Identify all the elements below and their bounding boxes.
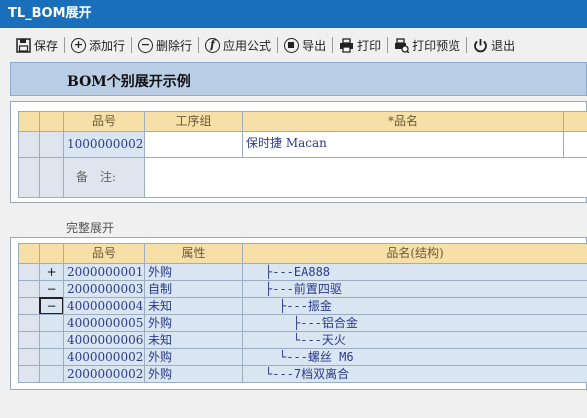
exit-button[interactable]: 退出 [469,34,519,56]
page-header: BOM个别展开示例 [10,62,587,96]
item-no-cell[interactable]: 4000000006 [63,331,145,349]
structure-cell[interactable]: ├---前置四驱 [242,280,587,298]
save-icon [16,37,31,53]
toolbar-divider [387,37,389,53]
power-icon [473,38,488,53]
attribute-cell[interactable]: 外购 [144,314,243,332]
item-no-cell[interactable]: 2000000001 [63,263,145,281]
row-selector[interactable] [18,365,40,383]
expand-toggle[interactable]: − [39,280,64,298]
row-selector[interactable] [18,348,40,366]
attribute-cell[interactable]: 自制 [144,280,243,298]
attribute-cell[interactable]: 外购 [144,348,243,366]
add-row-button[interactable]: + 添加行 [67,34,129,56]
save-button[interactable]: 保存 [12,34,62,56]
toolbar-divider [277,37,279,53]
structure-cell[interactable]: ├---铝合金 [242,314,587,332]
item-no-cell[interactable]: 2000000003 [63,280,145,298]
row-selector[interactable] [18,314,40,332]
apply-formula-button[interactable]: f 应用公式 [201,34,275,56]
item-no-cell[interactable]: 4000000002 [63,348,145,366]
print-button[interactable]: 打印 [335,34,385,56]
row-selector[interactable] [39,131,64,158]
row-header-blank [18,111,40,132]
printer-icon [339,37,354,53]
remark-label: 备 注: [63,157,145,198]
attribute-cell[interactable]: 未知 [144,297,243,315]
item-no-field[interactable]: 1000000002 [63,131,145,158]
column-header-item-no: 品号 [63,243,145,264]
toolbar-divider [64,37,66,53]
expand-toggle[interactable] [39,314,64,332]
toolbar-divider [332,37,334,53]
structure-cell[interactable]: ├---振金 [242,297,587,315]
toolbar-divider [198,37,200,53]
page-title: BOM个别展开示例 [67,74,191,90]
row-selector[interactable] [18,157,40,198]
item-no-cell[interactable]: 4000000005 [63,314,145,332]
column-header-toggle-blank [18,243,40,264]
save-label: 保存 [34,38,59,53]
apply-formula-label: 应用公式 [223,38,272,53]
row-selector[interactable] [18,331,40,349]
structure-cell[interactable]: └---7档双离合 [242,365,587,383]
export-button[interactable]: 导出 [280,34,330,56]
row-selector[interactable] [18,280,40,298]
item-info-panel: 品号 工序组 *品名 1000000002 保时捷 Macan 备 注: [10,101,587,203]
delete-row-button[interactable]: − 删除行 [134,34,196,56]
column-header-item-no: 品号 [63,111,145,132]
remove-circle-icon: − [138,37,154,53]
function-icon: f [205,37,221,53]
status-area [0,392,587,418]
toolbar-divider [466,37,468,53]
structure-cell[interactable]: └---天火 [242,331,587,349]
attribute-cell[interactable]: 未知 [144,331,243,349]
structure-cell[interactable]: ├---EA888 [242,263,587,281]
section-label: 完整展开 [66,221,115,235]
column-header-blank [563,111,587,132]
expand-toggle[interactable] [39,331,64,349]
remark-field[interactable] [144,157,587,198]
attribute-cell[interactable]: 外购 [144,365,243,383]
add-circle-icon: + [71,37,87,53]
row-selector[interactable] [18,263,40,281]
exit-label: 退出 [491,38,516,53]
expand-toggle[interactable] [39,348,64,366]
print-preview-icon [394,37,410,54]
column-header-structure: 品名(结构) [242,243,587,264]
export-icon [284,37,300,53]
expand-toggle[interactable]: − [39,297,64,315]
structure-cell[interactable]: └---螺丝 M6 [242,348,587,366]
attribute-cell[interactable]: 外购 [144,263,243,281]
window-title: TL_BOM展开 [0,0,587,28]
column-header-process-group: 工序组 [144,111,243,132]
delete-row-label: 删除行 [156,38,193,53]
item-no-cell[interactable]: 4000000004 [63,297,145,315]
row-selector[interactable] [18,297,40,315]
toolbar: 保存 + 添加行 − 删除行 f 应用公式 导出 打印 打印预览 退出 [0,32,587,58]
add-row-label: 添加行 [89,38,126,53]
column-header-toggle [39,243,64,264]
column-header-item-name: *品名 [242,111,564,132]
item-no-cell[interactable]: 2000000002 [63,365,145,383]
toolbar-divider [131,37,133,53]
print-preview-button[interactable]: 打印预览 [390,34,464,56]
item-name-field[interactable]: 保时捷 Macan [242,131,564,158]
process-group-field[interactable] [144,131,243,158]
print-label: 打印 [357,38,382,53]
row-selector[interactable] [39,157,64,198]
expand-toggle[interactable] [39,365,64,383]
export-label: 导出 [302,38,327,53]
column-header-attribute: 属性 [144,243,243,264]
bom-panel: 品号 属性 品名(结构) +2000000001 外购 ├---EA888−2000… [10,237,587,390]
print-preview-label: 打印预览 [412,38,461,53]
extra-field[interactable] [563,131,587,158]
expand-toggle[interactable]: + [39,263,64,281]
row-selector[interactable] [18,131,40,158]
row-header-blank [39,111,64,132]
